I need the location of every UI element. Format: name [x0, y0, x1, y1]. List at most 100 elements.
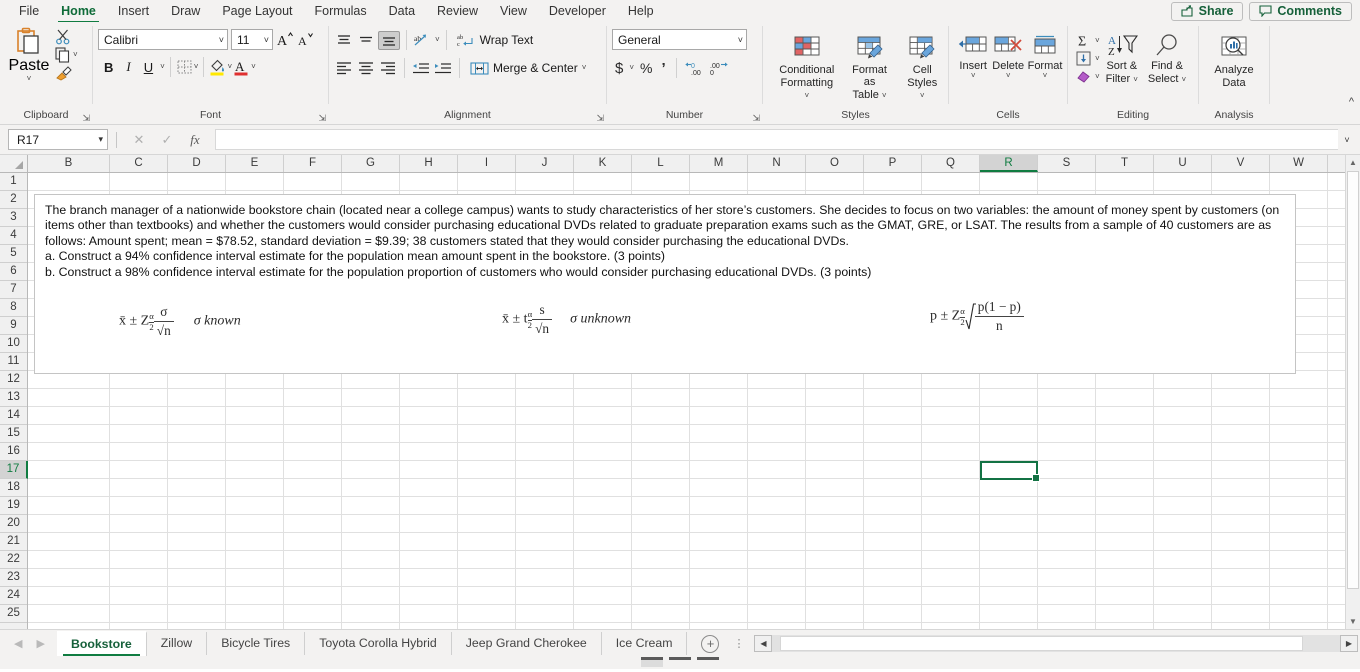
format-as-table-chevron-down-icon[interactable]: ˅ [882, 91, 887, 100]
delete-cells-button[interactable]: Delete ˅ [992, 33, 1024, 82]
increase-font-size-button[interactable]: A [276, 31, 294, 48]
font-dialog-launcher-icon[interactable]: ⇲ [318, 113, 326, 124]
row-header-16[interactable]: 16 [0, 443, 27, 461]
scroll-down-icon[interactable]: ▼ [1346, 614, 1360, 629]
column-header-m[interactable]: M [690, 155, 748, 172]
decrease-decimal-button[interactable]: .000 [708, 60, 729, 77]
ribbon-tab-page-layout[interactable]: Page Layout [211, 2, 303, 21]
cell-styles-button[interactable]: Cell Styles ˅ [902, 33, 943, 103]
name-box-chevron-down-icon[interactable]: ▾ [98, 134, 103, 145]
column-header-n[interactable]: N [748, 155, 806, 172]
fill-button[interactable]: ˅ [1075, 51, 1100, 66]
copy-chevron-down-icon[interactable]: ˅ [73, 51, 78, 59]
align-left-button[interactable] [334, 60, 354, 77]
column-header-e[interactable]: E [226, 155, 284, 172]
row-header-5[interactable]: 5 [0, 245, 27, 263]
paste-button[interactable]: Paste ˅ [5, 27, 53, 83]
hscroll-right-icon[interactable]: ▶ [1340, 635, 1358, 652]
row-header-20[interactable]: 20 [0, 515, 27, 533]
collapse-ribbon-button[interactable]: ^ [1349, 96, 1354, 108]
insert-function-icon[interactable]: fx [181, 132, 209, 148]
format-as-table-button[interactable]: Format as Table ˅ [844, 33, 896, 103]
insert-chevron-down-icon[interactable]: ˅ [971, 72, 976, 80]
ribbon-tab-file[interactable]: File [8, 2, 50, 21]
alignment-dialog-launcher-icon[interactable]: ⇲ [596, 113, 604, 124]
sheet-tab-zillow[interactable]: Zillow [147, 632, 207, 655]
format-cells-button[interactable]: Format ˅ [1028, 33, 1062, 82]
horizontal-scroll-track[interactable] [772, 635, 1340, 652]
column-header-o[interactable]: O [806, 155, 864, 172]
font-family-select[interactable]: Calibri ˅ [98, 29, 228, 50]
merge-center-button[interactable]: Merge & Center ˅ [466, 59, 590, 78]
decrease-indent-button[interactable] [411, 60, 431, 77]
row-header-22[interactable]: 22 [0, 551, 27, 569]
percent-format-button[interactable]: % [637, 60, 655, 76]
underline-button[interactable]: U [138, 59, 159, 76]
page-break-view-button[interactable] [697, 657, 719, 667]
fill-color-chevron-down-icon[interactable]: ˅ [227, 63, 232, 71]
cut-button[interactable] [55, 29, 78, 45]
align-bottom-button[interactable] [378, 31, 400, 50]
format-chevron-down-icon[interactable]: ˅ [1043, 72, 1048, 80]
comma-format-button[interactable]: ’ [658, 60, 668, 77]
row-header-25[interactable]: 25 [0, 605, 27, 623]
autosum-button[interactable]: Σ ˅ [1075, 33, 1100, 48]
ribbon-tab-draw[interactable]: Draw [160, 2, 211, 21]
row-header-12[interactable]: 12 [0, 371, 27, 389]
sheet-options-icon[interactable]: ⋮ [733, 637, 744, 650]
row-header-13[interactable]: 13 [0, 389, 27, 407]
underline-chevron-down-icon[interactable]: ˅ [160, 63, 165, 71]
conditional-formatting-button[interactable]: Conditional Formatting ˅ [776, 33, 838, 103]
row-header-8[interactable]: 8 [0, 299, 27, 317]
align-right-button[interactable] [378, 60, 398, 77]
column-header-k[interactable]: K [574, 155, 632, 172]
cell-styles-chevron-down-icon[interactable]: ˅ [920, 91, 925, 100]
delete-chevron-down-icon[interactable]: ˅ [1006, 72, 1011, 80]
confirm-entry-icon[interactable]: ✓ [153, 132, 181, 148]
row-header-3[interactable]: 3 [0, 209, 27, 227]
clear-button[interactable]: ˅ [1075, 69, 1100, 84]
row-header-2[interactable]: 2 [0, 191, 27, 209]
ribbon-tab-data[interactable]: Data [378, 2, 426, 21]
page-layout-view-button[interactable] [669, 657, 691, 667]
sheet-next-icon[interactable]: ▶ [36, 637, 44, 650]
column-header-d[interactable]: D [168, 155, 226, 172]
clear-chevron-down-icon[interactable]: ˅ [1095, 73, 1100, 81]
row-header-24[interactable]: 24 [0, 587, 27, 605]
insert-cells-button[interactable]: Insert ˅ [958, 33, 988, 82]
clipboard-dialog-launcher-icon[interactable]: ⇲ [82, 113, 90, 124]
expand-formula-bar-chevron-down-icon[interactable]: ˅ [1338, 135, 1356, 145]
scroll-up-icon[interactable]: ▲ [1346, 155, 1360, 170]
sort-filter-chevron-down-icon[interactable]: ˅ [1133, 75, 1138, 84]
fill-color-button[interactable] [209, 58, 226, 76]
ribbon-tab-developer[interactable]: Developer [538, 2, 617, 21]
conditional-formatting-chevron-down-icon[interactable]: ˅ [804, 91, 809, 100]
row-header-6[interactable]: 6 [0, 263, 27, 281]
analyze-data-button[interactable]: Analyze Data [1210, 33, 1257, 91]
row-header-23[interactable]: 23 [0, 569, 27, 587]
row-header-9[interactable]: 9 [0, 317, 27, 335]
vertical-scrollbar[interactable]: ▲ ▼ [1345, 155, 1360, 629]
align-middle-button[interactable] [356, 32, 376, 49]
cancel-entry-icon[interactable]: ✕ [125, 132, 153, 148]
decrease-font-size-button[interactable]: A [297, 31, 315, 48]
row-header-4[interactable]: 4 [0, 227, 27, 245]
comments-button[interactable]: Comments [1249, 2, 1352, 21]
sheet-tab-ice-cream[interactable]: Ice Cream [602, 632, 688, 655]
column-header-s[interactable]: S [1038, 155, 1096, 172]
borders-chevron-down-icon[interactable]: ˅ [194, 63, 199, 71]
column-header-w[interactable]: W [1270, 155, 1328, 172]
hscroll-left-icon[interactable]: ◀ [754, 635, 772, 652]
sort-filter-button[interactable]: A Z Sort & Filter ˅ [1102, 31, 1142, 87]
column-header-t[interactable]: T [1096, 155, 1154, 172]
font-size-select[interactable]: 11 ˅ [231, 29, 273, 50]
vertical-scroll-thumb[interactable] [1347, 171, 1359, 589]
row-header-7[interactable]: 7 [0, 281, 27, 299]
find-select-chevron-down-icon[interactable]: ˅ [1182, 75, 1187, 84]
number-dialog-launcher-icon[interactable]: ⇲ [752, 113, 760, 124]
cell-area[interactable]: The branch manager of a nationwide books… [28, 173, 1360, 629]
row-header-15[interactable]: 15 [0, 425, 27, 443]
normal-view-button[interactable] [641, 657, 663, 667]
ribbon-tab-review[interactable]: Review [426, 2, 489, 21]
ribbon-tab-formulas[interactable]: Formulas [304, 2, 378, 21]
